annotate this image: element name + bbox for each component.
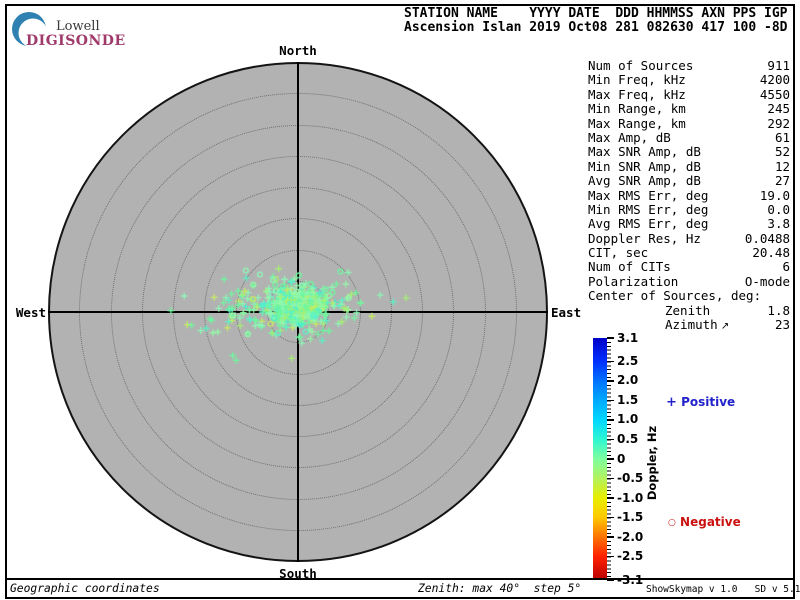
stats-label: Zenith: [588, 304, 710, 318]
stats-row: CIT, sec 20.48: [588, 246, 790, 260]
stats-label: Azimuth ↗: [588, 318, 729, 332]
colorbar-axis-title: Doppler, Hz: [645, 423, 659, 503]
legend-negative: ○ Negative: [668, 515, 741, 529]
stats-value: 911: [767, 59, 790, 73]
colorbar-major-tick: [607, 439, 614, 441]
stats-row: Max SNR Amp, dB 52: [588, 145, 790, 159]
footer-coordinate-system: Geographic coordinates: [10, 582, 160, 595]
stats-label: Doppler Res, Hz: [588, 232, 701, 246]
skymap-screen: Lowell DIGISONDE STATION NAME YYYY DATE …: [0, 0, 800, 600]
stats-row: Doppler Res, Hz 0.0488: [588, 232, 790, 246]
stats-label: Min RMS Err, deg: [588, 203, 708, 217]
stats-label: CIT, sec: [588, 246, 648, 260]
stats-row: Max Range, km 292: [588, 117, 790, 131]
stats-row: Min Freq, kHz 4200: [588, 73, 790, 87]
legend-negative-label: Negative: [680, 515, 741, 529]
stats-value: 292: [767, 117, 790, 131]
stats-label: Max SNR Amp, dB: [588, 145, 701, 159]
stats-label: Num of CITs: [588, 260, 671, 274]
colorbar-tick-label: -2.5: [617, 550, 653, 563]
colorbar-major-tick: [607, 556, 614, 558]
legend-positive: + Positive: [666, 395, 735, 410]
stats-label: Max Freq, kHz: [588, 88, 686, 102]
stats-value: 12: [775, 160, 790, 174]
colorbar-major-tick: [607, 361, 614, 363]
stats-value: 3.8: [767, 217, 790, 231]
stats-row: Min SNR Amp, dB 12: [588, 160, 790, 174]
colorbar-tick-label: 2.0: [617, 374, 653, 387]
stats-value: 27: [775, 174, 790, 188]
colorbar-tick-label: 2.5: [617, 355, 653, 368]
stats-row: Zenith 1.8: [588, 304, 790, 318]
stats-value: 52: [775, 145, 790, 159]
measurement-stats-panel: Num of Sources911Min Freq, kHz4200Max Fr…: [588, 59, 790, 332]
colorbar-tick-label: 1.5: [617, 394, 653, 407]
stats-value: 20.48: [752, 246, 790, 260]
stats-row: Avg RMS Err, deg 3.8: [588, 217, 790, 231]
stats-row: Max RMS Err, deg 19.0: [588, 189, 790, 203]
stats-value: 0.0: [767, 203, 790, 217]
stats-value: 19.0: [760, 189, 790, 203]
stats-row: Min RMS Err, deg 0.0: [588, 203, 790, 217]
colorbar-major-tick: [607, 400, 614, 402]
azimuth-arrow-icon: ↗: [718, 321, 730, 332]
colorbar-tick-label: -2.0: [617, 531, 653, 544]
stats-row: Polarization O-mode: [588, 275, 790, 289]
stats-label: Min SNR Amp, dB: [588, 160, 701, 174]
stats-row: Center of Sources, deg:: [588, 289, 790, 303]
colorbar-major-tick: [607, 380, 614, 382]
stats-row: Num of Sources 911: [588, 59, 790, 73]
stats-label: Max RMS Err, deg: [588, 189, 708, 203]
stats-row: Min Range, km 245: [588, 102, 790, 116]
doppler-colorbar: [593, 338, 607, 580]
stats-row: Max Amp, dB 61: [588, 131, 790, 145]
colorbar-major-tick: [607, 478, 614, 480]
legend-positive-label: Positive: [681, 395, 735, 409]
ring-marker-icon: ○: [668, 518, 676, 528]
stats-row: Avg SNR Amp, dB 27: [588, 174, 790, 188]
stats-value: 4200: [760, 73, 790, 87]
stats-label: Min Freq, kHz: [588, 73, 686, 87]
stats-label: Max Amp, dB: [588, 131, 671, 145]
stats-row: Num of CITs 6: [588, 260, 790, 274]
footer-zenith-scale: Zenith: max 40° step 5°: [418, 582, 581, 595]
stats-value: 0.0488: [745, 232, 790, 246]
stats-value: 23: [775, 318, 790, 332]
stats-value: 1.8: [767, 304, 790, 318]
stats-label: Num of Sources: [588, 59, 693, 73]
stats-label: Polarization: [588, 275, 678, 289]
skymap-scatter-canvas: [0, 0, 600, 600]
compass-label-north: North: [258, 43, 338, 58]
colorbar-tick-label: 3.1: [617, 332, 653, 345]
footer-divider: [6, 578, 793, 580]
stats-value: 245: [767, 102, 790, 116]
stats-value: 6: [782, 260, 790, 274]
stats-label: Center of Sources, deg:: [588, 289, 761, 303]
compass-label-west: West: [2, 305, 46, 320]
colorbar-major-tick: [607, 337, 614, 339]
footer-version: ShowSkymap v 1.0 SD v 5.1: [646, 584, 800, 595]
stats-label: Max Range, km: [588, 117, 686, 131]
colorbar-major-tick: [607, 419, 614, 421]
colorbar-tick-label: -1.5: [617, 511, 653, 524]
stats-row: Max Freq, kHz 4550: [588, 88, 790, 102]
stats-value: 4550: [760, 88, 790, 102]
stats-value: O-mode: [745, 275, 790, 289]
colorbar-major-tick: [607, 517, 614, 519]
stats-label: Avg RMS Err, deg: [588, 217, 708, 231]
stats-label: Min Range, km: [588, 102, 686, 116]
stats-value: 61: [775, 131, 790, 145]
colorbar-major-tick: [607, 536, 614, 538]
stats-label: Avg SNR Amp, dB: [588, 174, 701, 188]
plus-marker-icon: +: [666, 395, 677, 410]
colorbar-major-tick: [607, 458, 614, 460]
colorbar-major-tick: [607, 497, 614, 499]
